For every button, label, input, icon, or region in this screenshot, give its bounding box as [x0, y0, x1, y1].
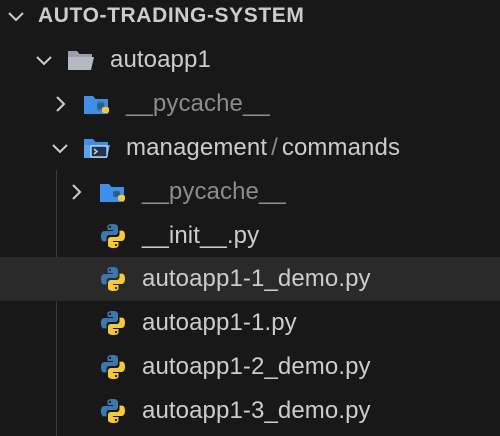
tree-item-file[interactable]: __init__.py — [0, 214, 500, 258]
chevron-down-icon — [32, 48, 56, 72]
tree-item-pycache[interactable]: __pycache__ — [0, 170, 500, 214]
tree-item-label: __pycache__ — [142, 178, 286, 205]
tree-item-label: autoapp1 — [110, 46, 211, 73]
tree-item-pycache[interactable]: __pycache__ — [0, 82, 500, 126]
tree-item-label: autoapp1-3_demo.py — [142, 397, 371, 424]
folder-open-icon — [66, 45, 96, 75]
tree-item-autoapp1[interactable]: autoapp1 — [0, 38, 500, 82]
tree-item-file[interactable]: autoapp1-2_demo.py — [0, 345, 500, 389]
python-file-icon — [98, 352, 128, 382]
explorer-root-folder[interactable]: AUTO-TRADING-SYSTEM — [0, 0, 500, 38]
file-explorer: AUTO-TRADING-SYSTEM autoapp1 __pycache__… — [0, 0, 500, 436]
folder-segment-commands: commands — [281, 134, 401, 161]
tree-item-label: autoapp1-1.py — [142, 309, 297, 336]
path-separator: / — [271, 134, 278, 161]
tree-item-label: __pycache__ — [126, 90, 270, 117]
tree-item-label: __init__.py — [142, 222, 260, 249]
tree-item-file[interactable]: autoapp1-1.py — [0, 301, 500, 345]
python-file-icon — [98, 308, 128, 338]
folder-segment-management: management — [126, 134, 268, 161]
python-file-icon — [98, 264, 128, 294]
tree-item-label: autoapp1-2_demo.py — [142, 353, 371, 380]
terminal-folder-icon — [82, 133, 112, 163]
python-file-icon — [98, 221, 128, 251]
chevron-right-icon — [64, 180, 88, 204]
tree-item-file[interactable]: autoapp1-3_demo.py — [0, 389, 500, 433]
explorer-root-label: AUTO-TRADING-SYSTEM — [38, 4, 305, 27]
python-file-icon — [98, 396, 128, 426]
chevron-right-icon — [48, 92, 72, 116]
tree-item-file[interactable]: autoapp1-1_demo.py — [0, 257, 500, 301]
chevron-down-icon — [48, 136, 72, 160]
tree-item-management-commands[interactable]: management / commands — [0, 126, 500, 170]
python-folder-icon — [82, 89, 112, 119]
chevron-down-icon — [4, 4, 28, 28]
python-folder-icon — [98, 177, 128, 207]
tree-item-label: management / commands — [126, 134, 400, 162]
tree-item-label: autoapp1-1_demo.py — [142, 265, 371, 292]
